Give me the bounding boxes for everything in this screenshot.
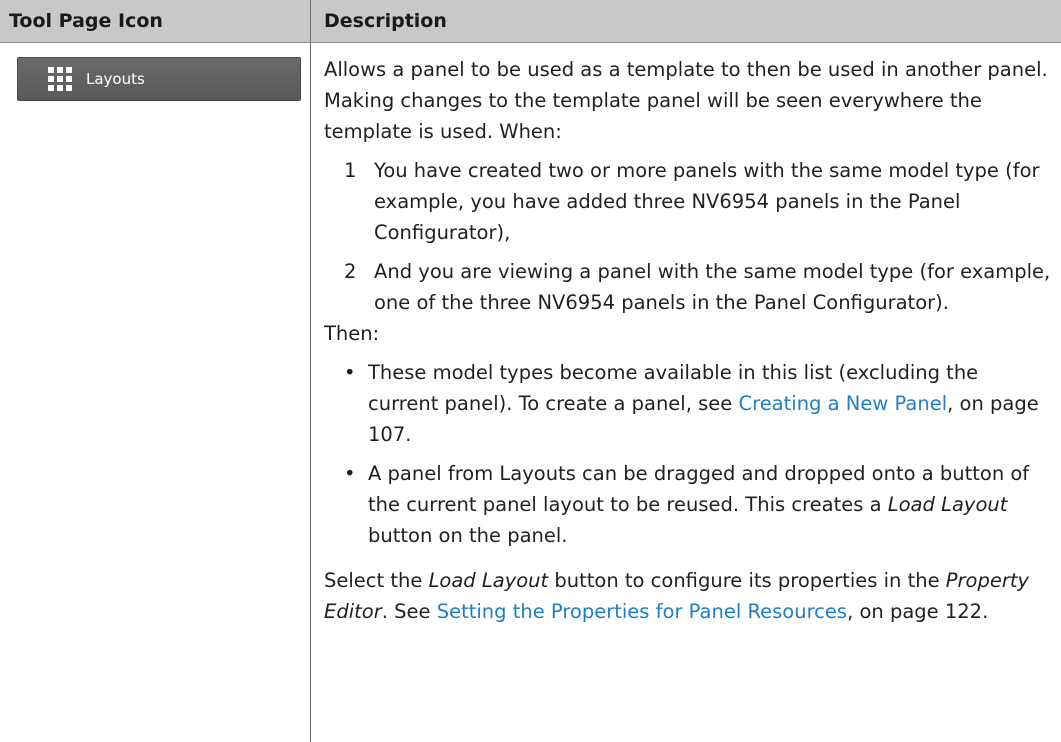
description-cell: Allows a panel to be used as a template … [324,54,1054,627]
closing-text: Select the [324,569,429,592]
load-layout-term: Load Layout [887,493,1008,516]
closing-paragraph: Select the Load Layout button to configu… [324,565,1054,627]
load-layout-term: Load Layout [428,569,549,592]
header-tool-page-icon: Tool Page Icon [9,10,163,32]
numbered-item: 1 You have created two or more panels wi… [344,155,1054,248]
intro-paragraph: Allows a panel to be used as a template … [324,58,1048,143]
layouts-tool-label: Layouts [86,70,145,88]
table-header-row: Tool Page Icon Description [0,0,1061,43]
bullet-text-after: button on the panel. [368,524,568,547]
grid-icon [48,67,72,91]
tool-page-table: Tool Page Icon Description Layouts Allow… [0,0,1061,742]
bullet-item: • A panel from Layouts can be dragged an… [344,458,1054,551]
setting-properties-link[interactable]: Setting the Properties for Panel Resourc… [437,600,847,623]
item-number: 2 [344,260,357,283]
header-description: Description [324,10,447,32]
creating-new-panel-link[interactable]: Creating a New Panel [738,392,947,415]
item-text: You have created two or more panels with… [374,159,1040,244]
bullet-mark: • [344,462,356,485]
layouts-tool-button[interactable]: Layouts [17,57,301,101]
closing-text: button to configure its properties in th… [548,569,946,592]
then-label: Then: [324,322,380,345]
closing-text: . See [381,600,437,623]
numbered-item: 2 And you are viewing a panel with the s… [344,256,1054,318]
bullet-mark: • [344,361,356,384]
closing-text: , on page 122. [847,600,989,623]
column-divider [310,0,311,742]
item-text: And you are viewing a panel with the sam… [374,260,1051,314]
item-number: 1 [344,159,357,182]
bullet-item: • These model types become available in … [344,357,1054,450]
